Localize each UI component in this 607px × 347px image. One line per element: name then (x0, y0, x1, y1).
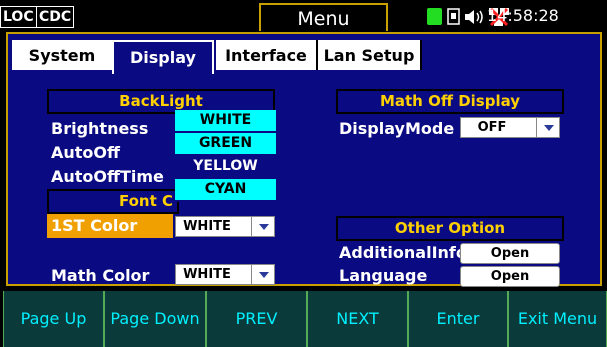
language-open-button[interactable]: Open (460, 266, 560, 287)
menu-title: Menu (259, 3, 388, 31)
chevron-down-icon (536, 118, 559, 137)
dropdown-option-white[interactable]: WHITE (175, 110, 276, 133)
font-color-header: Font C (47, 189, 179, 214)
language-label: Language (339, 266, 428, 285)
softkey-bar: Page Up Page Down PREV NEXT Enter Exit M… (0, 291, 607, 347)
prev-softkey[interactable]: PREV (206, 291, 307, 347)
displaymode-select[interactable]: OFF (460, 117, 560, 138)
first-color-select[interactable]: WHITE (175, 216, 275, 237)
page-down-softkey[interactable]: Page Down (104, 291, 206, 347)
additionalinfo-open-button[interactable]: Open (460, 243, 560, 264)
status-bar: LOC CDC Menu 14:58:28 (0, 0, 607, 32)
chevron-down-icon (251, 217, 274, 236)
math-color-value: WHITE (183, 267, 231, 282)
loc-indicator: LOC (0, 6, 37, 28)
chevron-down-icon (251, 265, 274, 284)
enter-softkey[interactable]: Enter (408, 291, 508, 347)
brightness-label: Brightness (51, 119, 149, 138)
dropdown-option-yellow[interactable]: YELLOW (175, 156, 276, 179)
page-up-softkey[interactable]: Page Up (3, 291, 104, 347)
math-color-label: Math Color (51, 266, 150, 285)
other-option-header: Other Option (336, 216, 564, 241)
autoofftime-label: AutoOffTime (51, 167, 164, 186)
math-color-select[interactable]: WHITE (175, 264, 275, 285)
displaymode-value: OFF (477, 120, 507, 135)
first-color-label: 1ST Color (51, 216, 138, 235)
additionalinfo-label: AdditionalInfo (339, 243, 467, 262)
tab-system[interactable]: System (12, 40, 114, 70)
tab-display[interactable]: Display (112, 40, 214, 74)
tab-interface[interactable]: Interface (216, 40, 318, 70)
dropdown-option-green[interactable]: GREEN (175, 133, 276, 156)
autooff-label: AutoOff (51, 143, 120, 162)
color-dropdown-list[interactable]: WHITE GREEN YELLOW CYAN (175, 110, 276, 202)
displaymode-label: DisplayMode (339, 119, 455, 138)
dropdown-option-cyan[interactable]: CYAN (175, 179, 276, 202)
exit-menu-softkey[interactable]: Exit Menu (508, 291, 607, 347)
next-softkey[interactable]: NEXT (307, 291, 408, 347)
speaker-icon (465, 10, 483, 24)
memory-card-icon (447, 8, 460, 25)
cdc-indicator: CDC (36, 6, 75, 28)
math-off-display-header: Math Off Display (336, 89, 564, 114)
first-color-value: WHITE (183, 219, 231, 234)
clock: 14:58:28 (487, 6, 559, 25)
tab-lan-setup[interactable]: Lan Setup (318, 40, 422, 70)
battery-icon (427, 8, 442, 25)
